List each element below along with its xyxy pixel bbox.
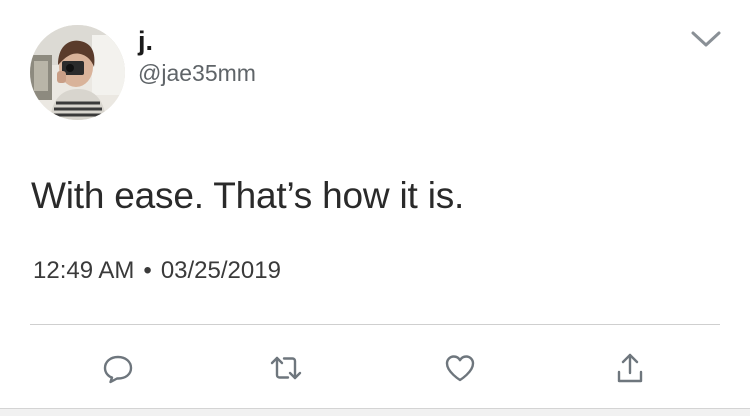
chevron-down-icon[interactable] [688,28,724,50]
avatar[interactable] [30,25,125,120]
retweet-icon [270,356,302,380]
display-name[interactable]: j. [138,26,153,56]
tweet-timestamp[interactable]: 12:49 AM • 03/25/2019 [33,256,281,286]
tweet-date: 03/25/2019 [160,257,281,284]
retweet-button[interactable] [268,350,304,386]
tweet-card: j. @jae35mm With ease. That’s how it is.… [0,0,750,416]
user-handle[interactable]: @jae35mm [138,59,256,87]
profile-photo [30,25,125,120]
share-icon [617,353,643,383]
tweet-time: 12:49 AM [33,257,135,284]
meta-separator: • [143,257,152,284]
share-button[interactable] [612,350,648,386]
divider [30,324,720,325]
tweet-text: With ease. That’s how it is. [31,175,465,216]
heart-icon [445,355,475,382]
like-button[interactable] [442,350,478,386]
reply-icon [103,355,133,384]
reply-button[interactable] [100,350,136,386]
